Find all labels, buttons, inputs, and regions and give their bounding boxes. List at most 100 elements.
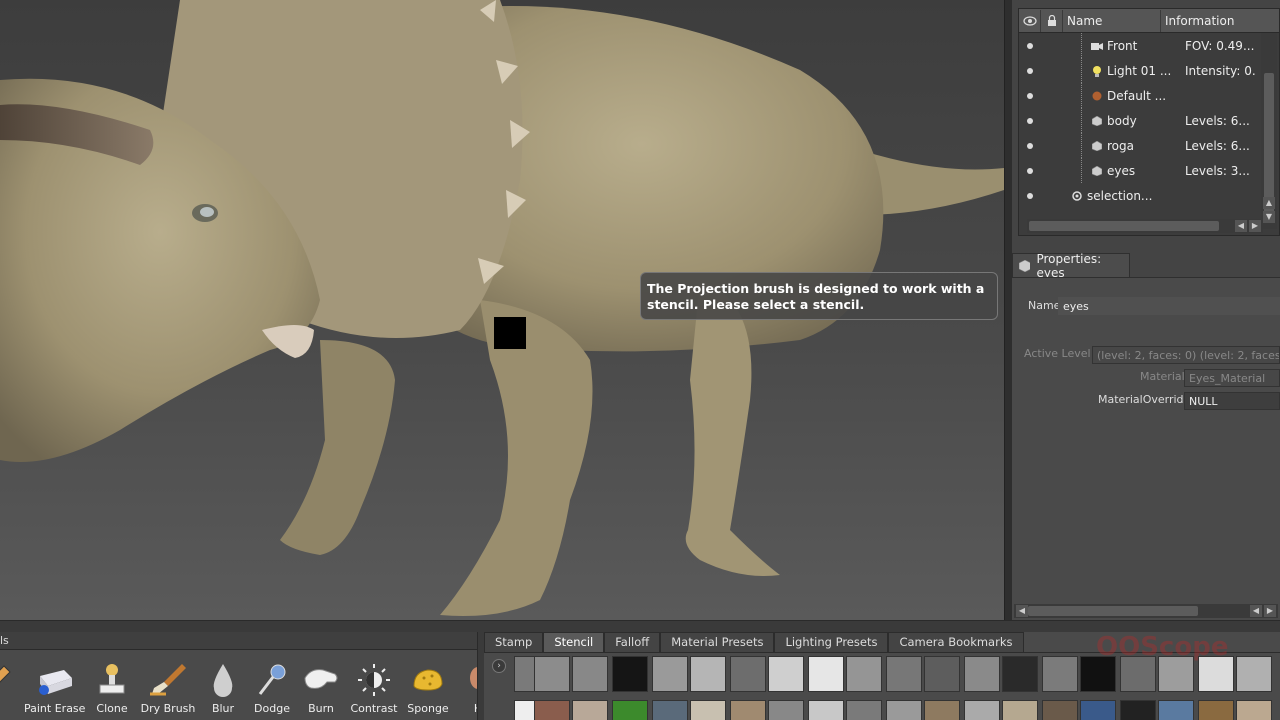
stencil-thumbnail[interactable] bbox=[1002, 700, 1038, 720]
stencil-thumbnail[interactable] bbox=[1002, 656, 1038, 692]
tool-head[interactable]: H bbox=[448, 660, 477, 718]
scroll-down-arrow-icon[interactable]: ▼ bbox=[1263, 211, 1275, 223]
name-label: Name bbox=[1028, 299, 1061, 312]
app-window: The Projection brush is designed to work… bbox=[0, 0, 1280, 720]
outliner-row-light[interactable]: Light 01 ... Intensity: 0.80 bbox=[1019, 58, 1255, 83]
stencil-thumbnail[interactable] bbox=[768, 656, 804, 692]
scrollbar-thumb[interactable] bbox=[1028, 606, 1198, 616]
visibility-dot[interactable] bbox=[1019, 117, 1041, 124]
material-override-dropdown[interactable]: NULL bbox=[1184, 392, 1280, 410]
outliner-row-selection[interactable]: selection... bbox=[1019, 183, 1255, 208]
scroll-right-arrow-icon[interactable]: ▶ bbox=[1249, 220, 1261, 232]
name-column-header[interactable]: Name bbox=[1063, 9, 1161, 32]
tray-scroll-icon[interactable]: › bbox=[492, 659, 506, 673]
stencil-thumbnail[interactable] bbox=[730, 656, 766, 692]
mesh-icon bbox=[1019, 259, 1031, 272]
stencil-thumbnail[interactable] bbox=[1120, 700, 1156, 720]
right-panel: Name Information Front FOV: 0.49... Ligh… bbox=[1012, 0, 1280, 620]
visibility-dot[interactable] bbox=[1019, 67, 1041, 74]
stamp-stencil-tray: Stamp Stencil Falloff Material Presets L… bbox=[484, 632, 1280, 720]
visibility-column-header[interactable] bbox=[1019, 9, 1041, 32]
tab-falloff[interactable]: Falloff bbox=[604, 632, 661, 652]
tool-paint-erase[interactable]: Paint Erase bbox=[24, 660, 85, 718]
stencil-thumbnail[interactable] bbox=[690, 656, 726, 692]
stencil-thumbnail[interactable] bbox=[886, 656, 922, 692]
outliner-row-default-material[interactable]: Default ... bbox=[1019, 83, 1255, 108]
stencil-thumbnail[interactable] bbox=[964, 656, 1000, 692]
tab-camera-bookmarks[interactable]: Camera Bookmarks bbox=[888, 632, 1024, 652]
stencil-thumbnail[interactable] bbox=[768, 700, 804, 720]
lock-column-header[interactable] bbox=[1041, 9, 1063, 32]
stencil-thumbnail[interactable] bbox=[1198, 700, 1234, 720]
stencil-thumbnail[interactable] bbox=[1080, 700, 1116, 720]
stencil-thumbnail[interactable] bbox=[652, 700, 688, 720]
stencil-thumbnail[interactable] bbox=[1042, 700, 1078, 720]
stencil-thumbnail[interactable] bbox=[924, 656, 960, 692]
tool-pencil[interactable]: cil bbox=[0, 660, 24, 718]
outliner-row-roga[interactable]: roga Levels: 6... bbox=[1019, 133, 1255, 158]
stencil-thumbnail[interactable] bbox=[1198, 656, 1234, 692]
properties-horizontal-scrollbar[interactable]: ◀ ◀ ▶ bbox=[1014, 604, 1278, 618]
stencil-thumbnail[interactable] bbox=[690, 700, 726, 720]
stencil-thumbnail[interactable] bbox=[612, 700, 648, 720]
scroll-left-arrow-icon[interactable]: ◀ bbox=[1016, 605, 1028, 617]
panel-splitter[interactable] bbox=[1004, 0, 1012, 620]
tab-stencil[interactable]: Stencil bbox=[543, 632, 605, 652]
tool-clone[interactable]: Clone bbox=[82, 660, 142, 718]
information-column-header[interactable]: Information bbox=[1161, 10, 1279, 32]
visibility-dot[interactable] bbox=[1019, 42, 1041, 49]
viewport-3d[interactable]: The Projection brush is designed to work… bbox=[0, 0, 1004, 620]
bottom-splitter[interactable] bbox=[0, 620, 1280, 632]
stencil-thumbnail[interactable] bbox=[1120, 656, 1156, 692]
stencil-thumbnail[interactable] bbox=[924, 700, 960, 720]
stencil-thumbnail[interactable] bbox=[886, 700, 922, 720]
scroll-left-arrow-icon[interactable]: ◀ bbox=[1235, 220, 1247, 232]
tool-burn[interactable]: Burn bbox=[291, 660, 351, 718]
stencil-thumbnail[interactable] bbox=[730, 700, 766, 720]
stencil-thumbnail[interactable] bbox=[1236, 700, 1272, 720]
stencil-thumbnail[interactable] bbox=[534, 700, 570, 720]
stencil-thumbnail[interactable] bbox=[652, 656, 688, 692]
outliner: Name Information Front FOV: 0.49... Ligh… bbox=[1018, 8, 1280, 236]
stencil-thumbnail[interactable] bbox=[612, 656, 648, 692]
visibility-dot[interactable] bbox=[1019, 192, 1041, 199]
stencil-thumbnail[interactable] bbox=[846, 656, 882, 692]
outliner-row-eyes[interactable]: eyes Levels: 3... bbox=[1019, 158, 1255, 183]
stencil-thumbnail[interactable] bbox=[534, 656, 570, 692]
stencil-thumbnail[interactable] bbox=[1042, 656, 1078, 692]
scrollbar-thumb[interactable] bbox=[1029, 221, 1219, 231]
scrollbar-thumb[interactable] bbox=[1264, 73, 1274, 213]
outliner-vertical-scrollbar[interactable]: ▲ ▼ bbox=[1261, 33, 1277, 229]
tool-dry-brush[interactable]: Dry Brush bbox=[138, 660, 198, 718]
scroll-left-arrow-icon[interactable]: ◀ bbox=[1250, 605, 1262, 617]
visibility-dot[interactable] bbox=[1019, 142, 1041, 149]
tool-contrast[interactable]: Contrast bbox=[344, 660, 404, 718]
blur-drop-icon bbox=[203, 660, 243, 700]
stencil-thumbnail[interactable] bbox=[808, 656, 844, 692]
visibility-dot[interactable] bbox=[1019, 92, 1041, 99]
stencil-thumbnail[interactable] bbox=[1158, 656, 1194, 692]
tab-stamp[interactable]: Stamp bbox=[484, 632, 544, 652]
outliner-row-name: Light 01 ... bbox=[1107, 63, 1172, 78]
stencil-thumbnail[interactable] bbox=[1080, 656, 1116, 692]
visibility-dot[interactable] bbox=[1019, 167, 1041, 174]
name-field[interactable]: eyes bbox=[1058, 297, 1280, 315]
eraser-icon bbox=[34, 660, 74, 700]
stencil-thumbnail[interactable] bbox=[572, 656, 608, 692]
stencil-thumbnail[interactable] bbox=[1236, 656, 1272, 692]
tab-lighting-presets[interactable]: Lighting Presets bbox=[774, 632, 889, 652]
stencil-thumbnail[interactable] bbox=[808, 700, 844, 720]
tab-material-presets[interactable]: Material Presets bbox=[660, 632, 775, 652]
outliner-row-info: Levels: 6... bbox=[1185, 113, 1250, 128]
outliner-row-front[interactable]: Front FOV: 0.49... bbox=[1019, 33, 1255, 58]
scroll-up-arrow-icon[interactable]: ▲ bbox=[1263, 197, 1275, 209]
scroll-right-arrow-icon[interactable]: ▶ bbox=[1264, 605, 1276, 617]
outliner-horizontal-scrollbar[interactable]: ◀ ▶ bbox=[1027, 219, 1263, 233]
stencil-thumbnail[interactable] bbox=[964, 700, 1000, 720]
stencil-thumbnail[interactable] bbox=[1158, 700, 1194, 720]
stencil-thumbnail[interactable] bbox=[572, 700, 608, 720]
stencil-thumbnail[interactable] bbox=[846, 700, 882, 720]
tab-properties[interactable]: Properties: eyes bbox=[1012, 252, 1130, 280]
burn-hand-icon bbox=[301, 660, 341, 700]
outliner-row-body[interactable]: body Levels: 6... bbox=[1019, 108, 1255, 133]
